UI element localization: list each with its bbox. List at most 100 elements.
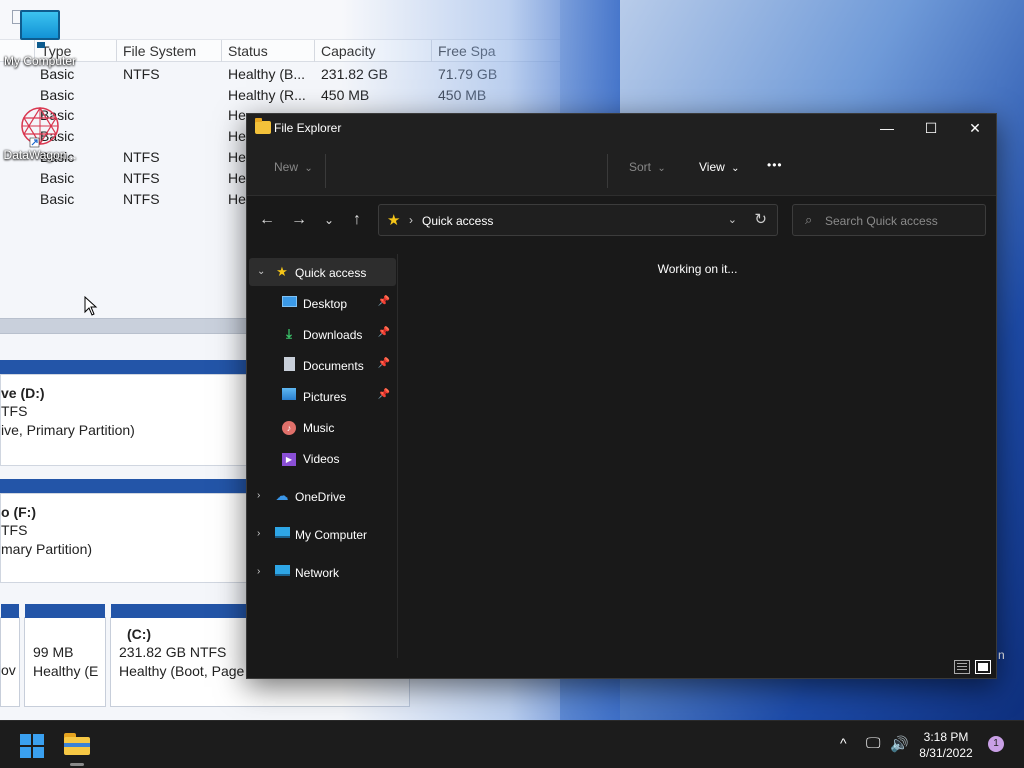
details-view-icon[interactable] xyxy=(954,660,970,674)
maximize-button[interactable]: ☐ xyxy=(908,114,954,142)
row-type[interactable]: Basic xyxy=(40,170,74,186)
star-icon: ★ xyxy=(276,264,288,279)
breadcrumb-location[interactable]: Quick access xyxy=(422,214,493,228)
network-icon[interactable]: 🖵 xyxy=(866,735,880,752)
chevron-down-icon: ⌄ xyxy=(731,163,740,174)
more-options-button[interactable]: ••• xyxy=(767,158,783,172)
clock[interactable]: 3:18 PM 8/31/2022 xyxy=(915,729,977,761)
nav-item-my-computer[interactable]: › My Computer xyxy=(249,520,396,548)
row-type[interactable]: Basic xyxy=(40,66,74,82)
monitor-icon xyxy=(274,526,290,542)
nav-item-quick-access[interactable]: ⌄ ★ Quick access xyxy=(249,258,396,286)
row-type[interactable]: Basic xyxy=(40,191,74,207)
address-bar[interactable]: ★ › Quick access ⌄ ↻ xyxy=(378,204,778,236)
row-status: He xyxy=(228,191,246,207)
address-dropdown-button[interactable]: ⌄ xyxy=(728,213,737,226)
column-capacity[interactable]: Capacity xyxy=(314,40,430,62)
command-separator xyxy=(607,154,608,188)
content-pane[interactable]: Working on it... xyxy=(399,254,996,659)
row-status: He xyxy=(228,149,246,165)
partition-status: Healthy (E xyxy=(33,663,99,679)
column-status[interactable]: Status xyxy=(221,40,313,62)
row-status: He xyxy=(228,170,246,186)
picture-icon xyxy=(281,388,297,404)
volume-f-fs: TFS xyxy=(1,522,28,538)
nav-item-desktop[interactable]: Desktop 📌 xyxy=(249,289,396,317)
volume-d-status: ive, Primary Partition) xyxy=(1,422,135,438)
nav-item-network[interactable]: › Network xyxy=(249,558,396,586)
up-button[interactable]: ↑ xyxy=(346,209,368,231)
nav-item-pictures[interactable]: Pictures 📌 xyxy=(249,382,396,410)
large-icons-view-icon[interactable] xyxy=(975,660,991,674)
row-free: 71.79 GB xyxy=(438,66,498,82)
chevron-right-icon[interactable]: › xyxy=(257,566,260,577)
show-hidden-icons-button[interactable]: ^ xyxy=(840,735,847,751)
column-free-space[interactable]: Free Spa xyxy=(431,40,511,62)
chevron-down-icon[interactable]: ⌄ xyxy=(257,266,265,277)
nav-item-documents[interactable]: Documents 📌 xyxy=(249,351,396,379)
row-type[interactable]: Basic xyxy=(40,87,74,103)
desktop-icon-my-computer[interactable]: My Computer xyxy=(0,10,80,68)
minimize-button[interactable]: — xyxy=(864,114,910,142)
volume-d-name: ve (D:) xyxy=(1,385,45,401)
chevron-down-icon: ⌄ xyxy=(304,163,313,174)
new-button[interactable]: New ⌄ xyxy=(274,160,313,174)
nav-item-label: Documents xyxy=(303,359,364,373)
file-explorer-taskbar-button[interactable] xyxy=(64,733,90,755)
volume-d-fs: TFS xyxy=(1,403,28,419)
column-file-system[interactable]: File System xyxy=(116,40,220,62)
close-button[interactable]: ✕ xyxy=(952,114,998,142)
nav-item-label: Desktop xyxy=(303,297,348,311)
chevron-right-icon[interactable]: › xyxy=(257,490,260,501)
nav-item-music[interactable]: ♪ Music xyxy=(249,413,396,441)
pin-icon[interactable]: 📌 xyxy=(378,296,390,307)
file-explorer-window: File Explorer — ☐ ✕ New ⌄ Sort ⌄ View ⌄ … xyxy=(246,113,997,679)
folder-icon xyxy=(255,118,271,134)
view-label: View xyxy=(699,160,725,174)
refresh-button[interactable]: ↻ xyxy=(754,210,767,228)
sort-button[interactable]: Sort ⌄ xyxy=(629,160,666,174)
notification-badge[interactable]: 1 xyxy=(988,736,1004,752)
partition-name: (C:) xyxy=(127,626,152,642)
music-icon: ♪ xyxy=(281,419,297,435)
nav-item-videos[interactable]: ▶ Videos xyxy=(249,444,396,472)
pin-icon[interactable]: 📌 xyxy=(378,389,390,400)
nav-item-label: Videos xyxy=(303,452,340,466)
forward-button[interactable]: → xyxy=(288,209,310,231)
volume-list-header: Type File System Status Capacity Free Sp… xyxy=(0,40,560,62)
command-bar: New ⌄ Sort ⌄ View ⌄ ••• xyxy=(247,142,996,196)
nav-item-label: Pictures xyxy=(303,390,347,404)
clock-date: 8/31/2022 xyxy=(919,746,973,760)
pin-icon[interactable]: 📌 xyxy=(378,358,390,369)
row-status: He xyxy=(228,128,246,144)
search-input[interactable] xyxy=(825,212,975,230)
cloud-icon: ☁ xyxy=(275,488,289,503)
row-fs: NTFS xyxy=(123,170,160,186)
chevron-right-icon[interactable]: › xyxy=(257,528,260,539)
disk-management-toolbar xyxy=(0,0,560,40)
nav-item-downloads[interactable]: ⤓ Downloads 📌 xyxy=(249,320,396,348)
volume-f-name: o (F:) xyxy=(1,504,36,520)
document-icon xyxy=(281,357,297,373)
partition-block[interactable]: ov xyxy=(0,604,20,707)
partition-block[interactable]: 99 MB Healthy (E xyxy=(24,604,106,707)
search-box[interactable]: ⌕ xyxy=(792,204,986,236)
title-bar[interactable]: File Explorer — ☐ ✕ xyxy=(247,114,996,142)
partition-size: 231.82 GB NTFS xyxy=(119,644,227,660)
row-capacity: 231.82 GB xyxy=(321,66,388,82)
monitor-icon xyxy=(20,10,60,48)
recent-locations-button[interactable]: ⌄ xyxy=(318,209,340,231)
nav-item-label: Quick access xyxy=(295,266,367,280)
chevron-down-icon: ⌄ xyxy=(657,163,666,174)
pin-icon[interactable]: 📌 xyxy=(378,327,390,338)
command-separator xyxy=(325,154,326,188)
nav-item-onedrive[interactable]: › ☁ OneDrive xyxy=(249,482,396,510)
start-button[interactable] xyxy=(20,734,44,758)
nav-item-label: Downloads xyxy=(303,328,363,342)
desktop-icon xyxy=(281,295,297,311)
running-indicator xyxy=(70,763,84,766)
desktop-icon-datawagon[interactable]: DataWagon... xyxy=(0,104,80,162)
volume-icon[interactable]: 🔊 xyxy=(890,735,909,753)
view-button[interactable]: View ⌄ xyxy=(699,160,740,174)
back-button[interactable]: ← xyxy=(256,209,278,231)
